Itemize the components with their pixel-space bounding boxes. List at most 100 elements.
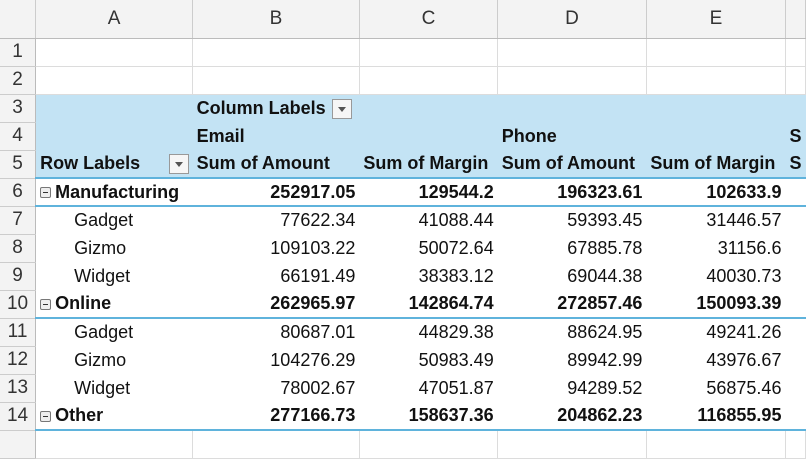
collapse-icon[interactable]: [40, 298, 52, 310]
row-number[interactable]: 11: [0, 318, 37, 347]
value-cell[interactable]: 43976.67: [646, 346, 785, 374]
column-labels-filter-dropdown[interactable]: [331, 98, 352, 119]
cell[interactable]: [785, 66, 806, 95]
cell[interactable]: [35, 66, 194, 95]
row-number[interactable]: 1: [0, 38, 37, 67]
value-cell[interactable]: 31156.6: [646, 234, 785, 262]
group-header-partial[interactable]: S: [785, 122, 806, 150]
cell[interactable]: [785, 318, 805, 346]
row-number[interactable]: 2: [0, 66, 37, 95]
value-cell[interactable]: 67885.78: [498, 234, 647, 262]
value-cell[interactable]: 31446.57: [646, 206, 785, 234]
cell[interactable]: [646, 122, 786, 150]
value-cell[interactable]: 49241.26: [646, 318, 785, 346]
item-label[interactable]: Widget: [36, 262, 193, 290]
row-number[interactable]: 9: [0, 262, 37, 291]
measure-header[interactable]: Sum of Amount: [497, 150, 647, 179]
item-label[interactable]: Gadget: [36, 318, 193, 346]
cell[interactable]: [497, 66, 647, 95]
value-cell[interactable]: 38383.12: [359, 262, 497, 290]
item-label[interactable]: Gizmo: [36, 234, 193, 262]
value-cell[interactable]: 94289.52: [498, 374, 647, 402]
row-number[interactable]: 7: [0, 206, 37, 235]
cell[interactable]: [359, 430, 499, 459]
value-cell[interactable]: 204862.23: [497, 402, 647, 431]
value-cell[interactable]: 158637.36: [359, 402, 498, 431]
row-number[interactable]: 14: [0, 402, 37, 431]
cell[interactable]: [192, 38, 360, 67]
measure-header[interactable]: Sum of Margin: [359, 150, 498, 179]
item-label[interactable]: Gizmo: [36, 346, 193, 374]
row-number[interactable]: 13: [0, 374, 37, 403]
row-number[interactable]: 5: [0, 150, 37, 179]
column-header-C[interactable]: C: [359, 0, 499, 39]
value-cell[interactable]: 277166.73: [192, 402, 360, 431]
row-number[interactable]: 12: [0, 346, 37, 375]
cell[interactable]: [785, 346, 805, 374]
value-cell[interactable]: 77622.34: [193, 206, 360, 234]
value-cell[interactable]: 80687.01: [193, 318, 360, 346]
column-header-B[interactable]: B: [192, 0, 360, 39]
cell[interactable]: [785, 374, 805, 402]
cell[interactable]: [35, 94, 193, 122]
group-label-cell[interactable]: Online: [35, 290, 193, 319]
group-header-email[interactable]: Email: [192, 122, 360, 150]
row-number[interactable]: 3: [0, 94, 37, 123]
value-cell[interactable]: 272857.46: [497, 290, 647, 319]
cell[interactable]: [785, 178, 806, 207]
value-cell[interactable]: 47051.87: [359, 374, 497, 402]
value-cell[interactable]: 56875.46: [646, 374, 785, 402]
cell[interactable]: [785, 402, 806, 431]
cell[interactable]: [359, 94, 498, 122]
cell[interactable]: [785, 38, 806, 67]
row-labels-filter-dropdown[interactable]: [168, 153, 189, 174]
value-cell[interactable]: 50072.64: [359, 234, 497, 262]
row-number[interactable]: 6: [0, 178, 37, 207]
value-cell[interactable]: 89942.99: [498, 346, 647, 374]
value-cell[interactable]: 50983.49: [359, 346, 497, 374]
group-label-cell[interactable]: Manufacturing: [35, 178, 193, 207]
value-cell[interactable]: 40030.73: [646, 262, 785, 290]
value-cell[interactable]: 252917.05: [192, 178, 360, 207]
value-cell[interactable]: 150093.39: [646, 290, 786, 319]
value-cell[interactable]: 59393.45: [498, 206, 647, 234]
cell[interactable]: [785, 234, 805, 262]
item-label[interactable]: Widget: [36, 374, 193, 402]
value-cell[interactable]: 78002.67: [193, 374, 360, 402]
cell[interactable]: [497, 430, 647, 459]
value-cell[interactable]: 196323.61: [497, 178, 647, 207]
value-cell[interactable]: 66191.49: [193, 262, 360, 290]
column-header-F[interactable]: [785, 0, 806, 39]
column-labels-cell[interactable]: Column Labels: [192, 94, 360, 122]
cell[interactable]: [497, 38, 647, 67]
value-cell[interactable]: 104276.29: [193, 346, 360, 374]
column-header-D[interactable]: D: [497, 0, 647, 39]
cell[interactable]: [35, 38, 194, 67]
column-header-A[interactable]: A: [35, 0, 194, 39]
row-number[interactable]: 8: [0, 234, 37, 263]
cell[interactable]: [35, 430, 194, 459]
measure-header[interactable]: S: [785, 150, 806, 179]
collapse-icon[interactable]: [40, 410, 52, 422]
value-cell[interactable]: 109103.22: [193, 234, 360, 262]
value-cell[interactable]: 129544.2: [359, 178, 498, 207]
cell[interactable]: [785, 94, 806, 122]
value-cell[interactable]: 88624.95: [498, 318, 647, 346]
cell[interactable]: [359, 66, 499, 95]
cell[interactable]: [497, 94, 647, 122]
row-number[interactable]: [0, 430, 37, 459]
cell[interactable]: [785, 206, 805, 234]
measure-header[interactable]: Sum of Margin: [646, 150, 786, 179]
cell[interactable]: [359, 122, 498, 150]
value-cell[interactable]: 262965.97: [192, 290, 360, 319]
cell[interactable]: [35, 122, 193, 150]
item-label[interactable]: Gadget: [36, 206, 193, 234]
cell[interactable]: [785, 430, 806, 459]
row-labels-cell[interactable]: Row Labels: [35, 150, 193, 179]
column-header-E[interactable]: E: [646, 0, 786, 39]
group-header-phone[interactable]: Phone: [497, 122, 647, 150]
cell[interactable]: [646, 430, 786, 459]
value-cell[interactable]: 44829.38: [359, 318, 497, 346]
collapse-icon[interactable]: [40, 187, 52, 199]
value-cell[interactable]: 102633.9: [646, 178, 786, 207]
